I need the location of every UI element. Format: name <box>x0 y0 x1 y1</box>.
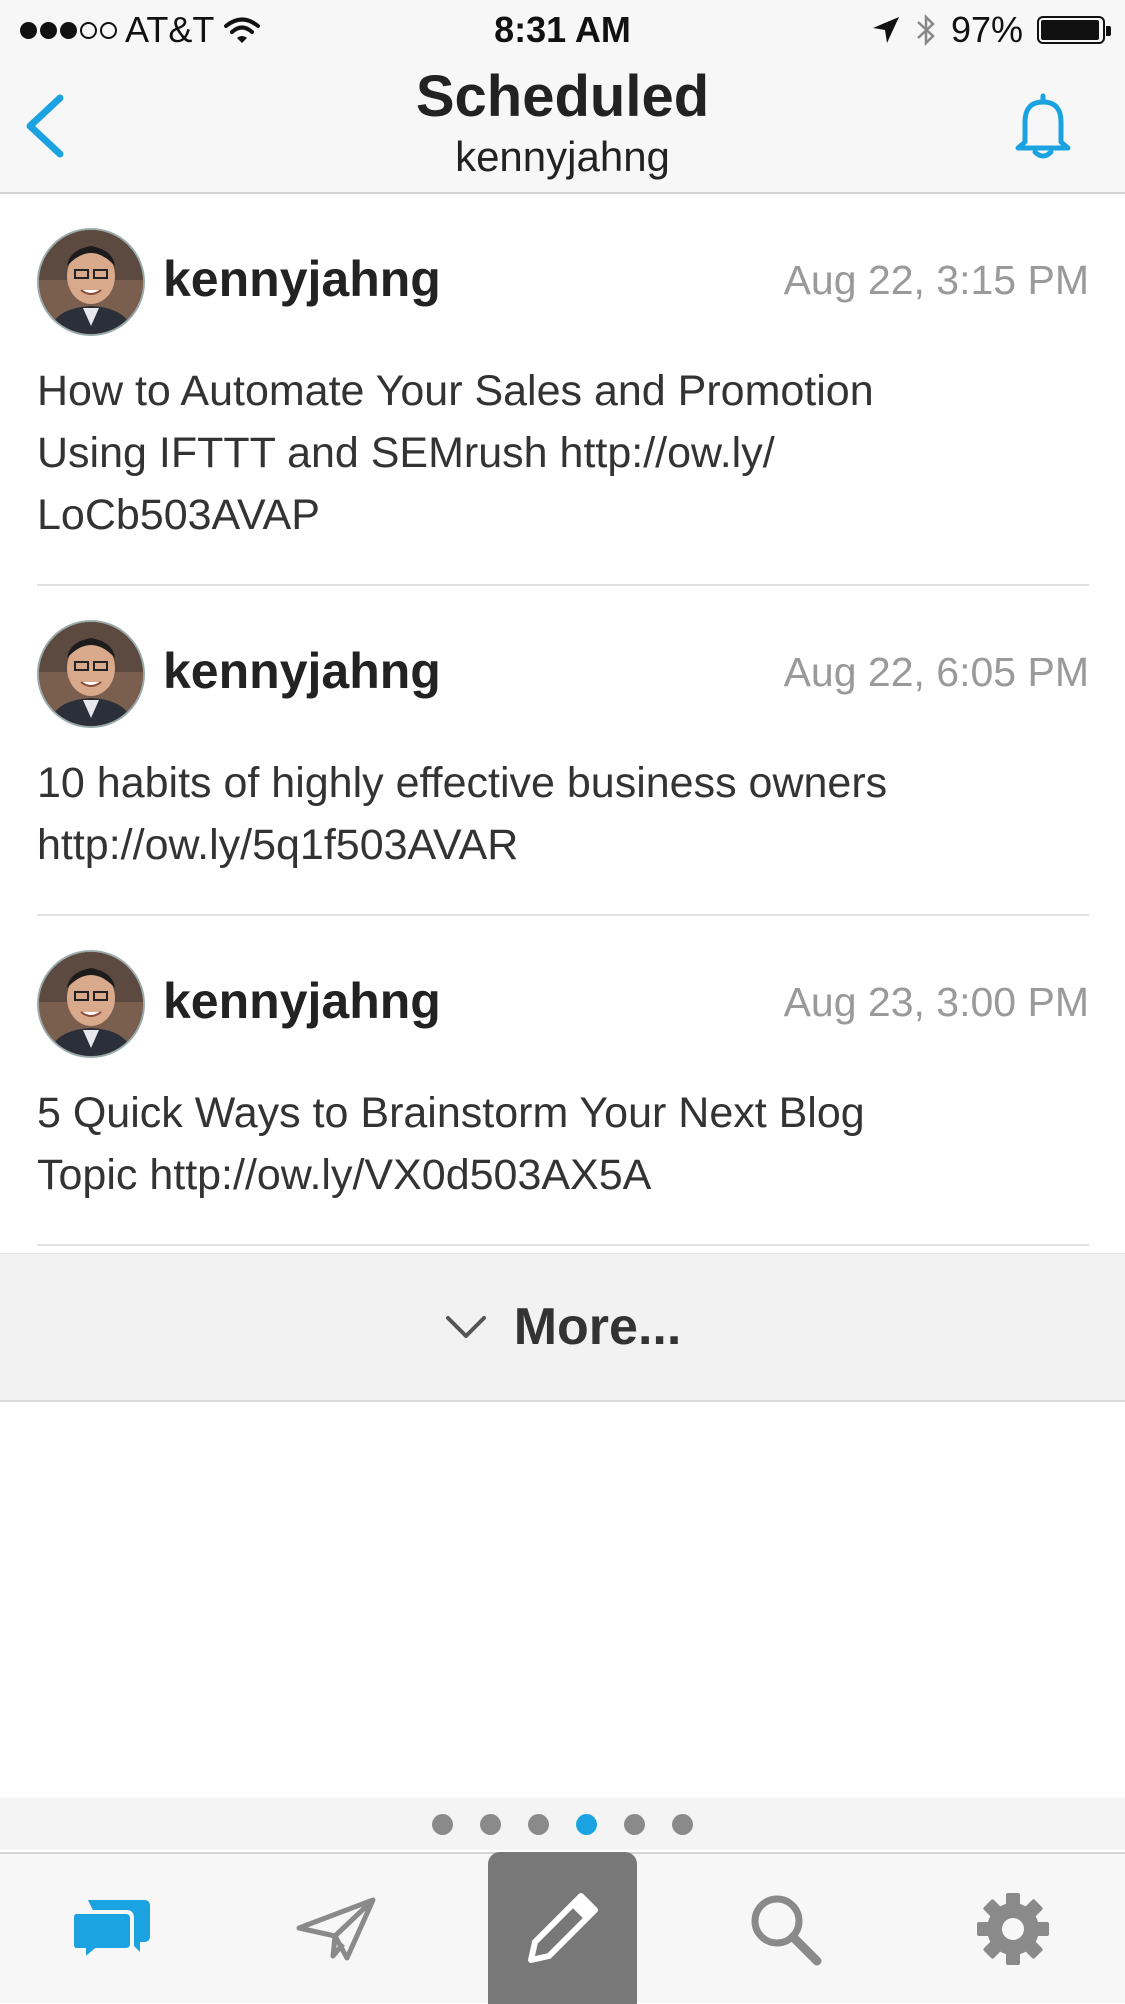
page-dot[interactable] <box>576 1813 597 1835</box>
post-username: kennyjahng <box>163 973 441 1029</box>
page-dot[interactable] <box>624 1813 645 1835</box>
more-button[interactable]: More... <box>0 1253 1125 1402</box>
scheduled-post[interactable]: kennyjahng Aug 23, 3:00 PM 5 Quick Ways … <box>37 916 1089 1246</box>
paper-plane-icon <box>296 1897 376 1960</box>
page-subtitle: kennyjahng <box>455 133 670 180</box>
post-message: 5 Quick Ways to Brainstorm Your Next Blo… <box>37 1089 865 1199</box>
post-scheduled-time: Aug 22, 3:15 PM <box>783 257 1089 303</box>
page-dot[interactable] <box>480 1813 501 1835</box>
pencil-icon <box>527 1893 598 1963</box>
post-message: 10 habits of highly effective business o… <box>37 759 888 869</box>
post-username: kennyjahng <box>163 643 441 699</box>
page-dot[interactable] <box>432 1813 453 1835</box>
chevron-down-icon <box>445 1316 486 1338</box>
search-icon <box>751 1895 822 1965</box>
battery-percent: 97% <box>950 9 1023 50</box>
scheduled-post[interactable]: kennyjahng Aug 22, 6:05 PM 10 habits of … <box>37 586 1089 916</box>
tab-streams[interactable] <box>37 1854 187 2003</box>
status-right: 97% <box>871 6 1111 54</box>
chat-bubbles-icon <box>70 1899 150 1964</box>
avatar[interactable] <box>37 620 145 728</box>
post-scheduled-time: Aug 23, 3:00 PM <box>783 979 1089 1025</box>
post-header: kennyjahng Aug 23, 3:00 PM <box>37 916 1089 1058</box>
location-arrow-icon <box>872 17 899 43</box>
post-scheduled-time: Aug 22, 6:05 PM <box>783 649 1089 695</box>
tab-compose[interactable] <box>488 1852 637 2004</box>
navigation-bar: Scheduled kennyjahng <box>0 60 1125 194</box>
avatar[interactable] <box>37 228 145 336</box>
bluetooth-icon <box>917 13 935 47</box>
page-dot[interactable] <box>672 1813 693 1835</box>
gear-icon <box>977 1892 1049 1965</box>
battery-icon <box>1037 16 1111 44</box>
more-label: More... <box>513 1298 682 1356</box>
battery-level-fill <box>1041 20 1100 40</box>
post-header: kennyjahng Aug 22, 3:15 PM <box>37 194 1089 336</box>
page-dot[interactable] <box>528 1813 549 1835</box>
notifications-button[interactable] <box>1011 92 1075 162</box>
page-indicator <box>0 1798 1125 1850</box>
tab-publisher[interactable] <box>261 1854 411 2003</box>
bell-icon <box>1015 93 1071 159</box>
tab-bar <box>0 1852 1125 2004</box>
avatar[interactable] <box>37 950 145 1058</box>
page-title: Scheduled <box>415 64 710 129</box>
scheduled-post-list: kennyjahng Aug 22, 3:15 PM How to Automa… <box>0 194 1125 1246</box>
post-username: kennyjahng <box>163 251 441 307</box>
tab-search[interactable] <box>710 1854 860 2003</box>
post-header: kennyjahng Aug 22, 6:05 PM <box>37 586 1089 728</box>
status-bar: AT&T 8:31 AM 97% <box>0 0 1125 60</box>
tab-settings[interactable] <box>938 1854 1088 2003</box>
scheduled-post[interactable]: kennyjahng Aug 22, 3:15 PM How to Automa… <box>37 194 1089 586</box>
post-message: How to Automate Your Sales and Promotion… <box>37 367 874 539</box>
